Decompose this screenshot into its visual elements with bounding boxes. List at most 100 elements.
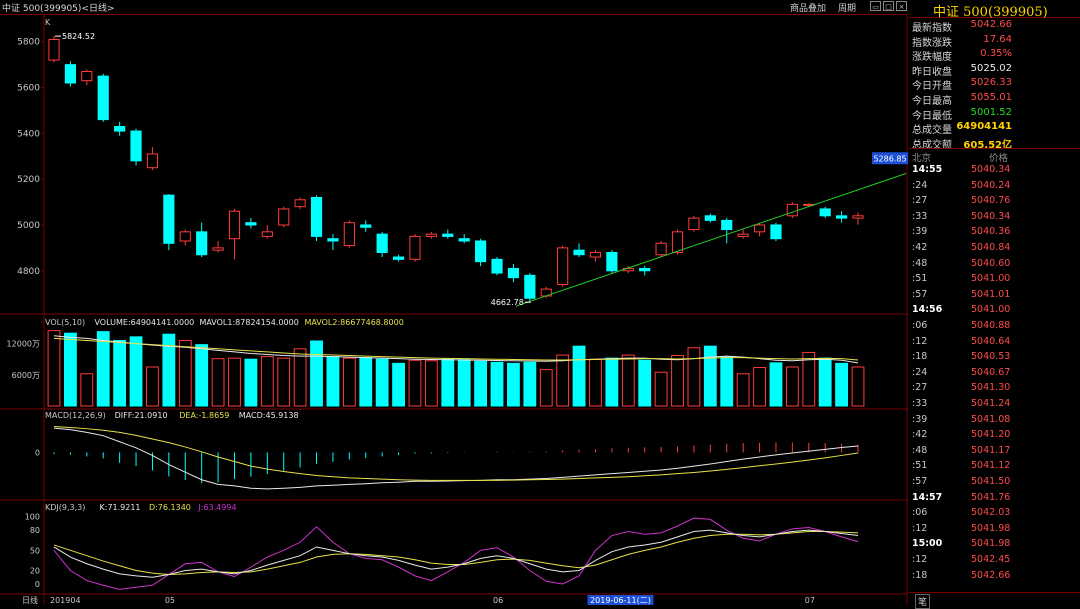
low-annotation: 4662.78 bbox=[491, 298, 524, 307]
dea-line bbox=[53, 426, 859, 481]
quote-label: 今日最高 bbox=[912, 96, 952, 107]
window-restore-icon[interactable]: ▭ bbox=[870, 1, 881, 11]
quote-value: 0.35% bbox=[980, 48, 1012, 60]
tick-time: :33 bbox=[912, 210, 928, 222]
candle-body bbox=[278, 208, 290, 226]
y-tick-label: 5800 bbox=[17, 38, 40, 48]
tick-price: 5042.03 bbox=[971, 507, 1011, 519]
candle-body bbox=[671, 231, 684, 253]
candle-body bbox=[852, 215, 864, 219]
candle-body bbox=[704, 215, 716, 221]
x-axis: 日线 201904 05 06 2019-06-11(二) 07 bbox=[22, 595, 815, 605]
volume-bar bbox=[260, 356, 274, 407]
tick-row: :12 5041.98 bbox=[909, 523, 1080, 538]
tick-row: :18 5042.66 bbox=[909, 570, 1080, 585]
tick-row: :33 5041.24 bbox=[909, 398, 1080, 413]
volume-bar bbox=[539, 369, 553, 407]
candle-body bbox=[64, 64, 76, 84]
candle-body bbox=[737, 233, 749, 237]
legend-item: VOLUME:64904141.0000 bbox=[94, 318, 194, 327]
volume-bar bbox=[113, 339, 127, 407]
y-tick-label: 20 bbox=[30, 566, 40, 575]
stock-chart-area[interactable]: K4800500052005400560058005824.524662.785… bbox=[0, 15, 908, 605]
candle-body bbox=[786, 203, 798, 217]
volume-bar bbox=[228, 357, 241, 407]
tick-row: :48 5041.17 bbox=[909, 445, 1080, 460]
volume-bar bbox=[64, 332, 77, 407]
volume-bar bbox=[211, 358, 225, 407]
tick-row: :27 5041.30 bbox=[909, 382, 1080, 397]
candle-body bbox=[573, 249, 585, 256]
x-tick-label: 07 bbox=[805, 596, 815, 605]
diff-line bbox=[53, 427, 859, 490]
tick-price: 5041.00 bbox=[971, 304, 1011, 316]
quote-value: 5055.01 bbox=[970, 92, 1012, 103]
volume-bar bbox=[638, 359, 652, 407]
overlay-button[interactable]: 商品叠加 bbox=[790, 1, 826, 14]
candle-body bbox=[819, 208, 831, 217]
tick-time: :24 bbox=[912, 366, 928, 378]
quote-label: 今日最低 bbox=[912, 110, 952, 122]
volume-bar bbox=[818, 357, 832, 407]
tick-time: :18 bbox=[912, 351, 928, 363]
tick-price: 5041.08 bbox=[971, 413, 1011, 425]
volume-bar bbox=[441, 358, 455, 407]
volume-bar bbox=[671, 355, 684, 407]
period-button[interactable]: 周期 bbox=[838, 1, 856, 14]
candle-body bbox=[639, 267, 651, 272]
window-close-icon[interactable]: × bbox=[896, 1, 907, 11]
quote-value: 5026.33 bbox=[970, 77, 1012, 89]
tick-price: 5041.17 bbox=[971, 444, 1011, 456]
volume-bar bbox=[457, 359, 471, 407]
candle-body bbox=[163, 194, 175, 244]
y-tick-label: 4800 bbox=[17, 267, 40, 277]
tick-price: 5040.64 bbox=[971, 335, 1011, 347]
tick-row: :57 5041.50 bbox=[909, 476, 1080, 491]
trendline bbox=[515, 173, 907, 307]
tick-price: 5040.60 bbox=[971, 257, 1011, 269]
quote-value: 5042.66 bbox=[970, 19, 1012, 30]
y-tick-label: 5000 bbox=[17, 221, 40, 231]
legend-item: MACD(12,26,9) bbox=[45, 411, 106, 420]
tick-time: :42 bbox=[912, 242, 928, 253]
volume-bar bbox=[195, 344, 209, 407]
tick-price: 5040.34 bbox=[971, 164, 1011, 175]
candle-body bbox=[327, 238, 339, 242]
legend-item: MACD:45.9138 bbox=[239, 411, 299, 420]
candle-body bbox=[507, 267, 520, 279]
tick-time: :48 bbox=[912, 444, 928, 456]
candle-body bbox=[179, 231, 191, 242]
kdj-panel: KDJ(9,3,3) K:71.9211 D:76.1340 J:63.4994 0 20… bbox=[25, 503, 859, 590]
tick-price: 5040.36 bbox=[971, 226, 1011, 238]
tick-row: 14:57 5041.76 bbox=[909, 492, 1080, 507]
tick-row: 14:55 5040.34 bbox=[909, 164, 1080, 179]
quote-row: 指数涨跌 17.64 bbox=[909, 33, 1080, 49]
volume-bar bbox=[392, 362, 405, 407]
volume-bar bbox=[178, 339, 192, 407]
candlestick-panel: K 4800 5000 5200 5400 5600 5800 5824.52 4662.78 5… bbox=[17, 18, 908, 307]
legend-item: DEA:-1.8659 bbox=[179, 411, 229, 420]
tick-time: :06 bbox=[912, 320, 928, 331]
volume-bar bbox=[703, 345, 717, 407]
quote-value: 17.64 bbox=[983, 33, 1012, 45]
volume-bar bbox=[244, 358, 258, 407]
quote-row: 今日开盘 5026.33 bbox=[909, 77, 1080, 92]
candle-body bbox=[146, 153, 159, 169]
tick-price: 5041.30 bbox=[971, 382, 1011, 394]
quote-label: 昨日收盘 bbox=[912, 66, 952, 78]
candle-body bbox=[245, 222, 257, 226]
volume-bar bbox=[277, 357, 291, 407]
tick-time: :18 bbox=[912, 569, 928, 581]
volume-bar bbox=[96, 331, 110, 407]
volume-bar bbox=[523, 361, 537, 407]
crosshair-date-label: 2019-06-11(二) bbox=[590, 596, 651, 605]
tick-time: 15:00 bbox=[912, 538, 943, 550]
candle-body bbox=[114, 125, 126, 132]
quote-label: 涨跌幅度 bbox=[912, 52, 952, 64]
window-maximize-icon[interactable]: □ bbox=[883, 1, 894, 11]
tick-time: :06 bbox=[912, 507, 928, 519]
tab-trades[interactable]: 笔 bbox=[915, 594, 931, 609]
legend-item: MAVOL2:86677468.8000 bbox=[304, 318, 403, 327]
volume-bar bbox=[720, 356, 734, 407]
tick-row: :12 5042.45 bbox=[909, 554, 1080, 569]
